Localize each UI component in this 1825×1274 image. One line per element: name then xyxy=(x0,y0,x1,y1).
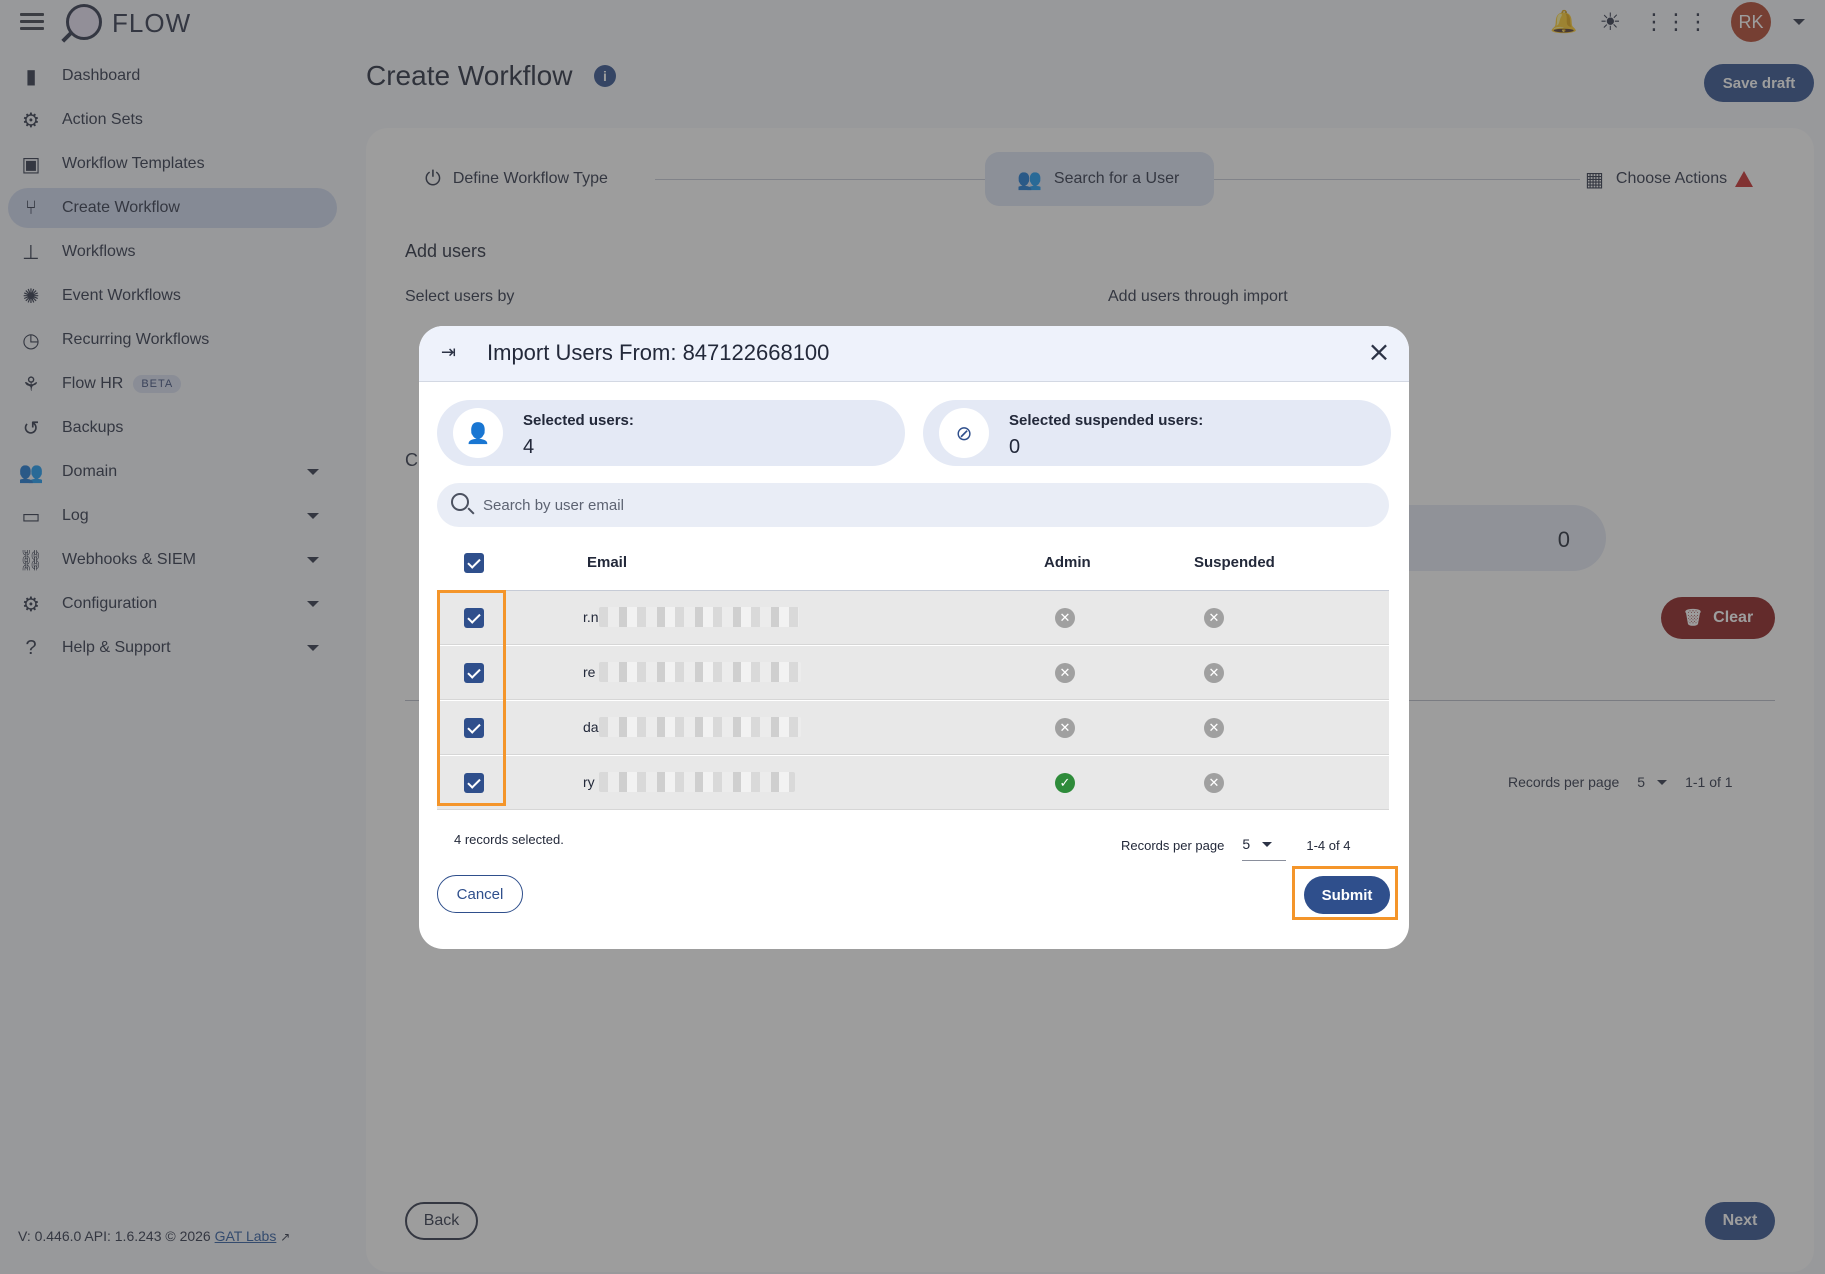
email-cell: r.n xyxy=(583,609,599,625)
email-cell: re xyxy=(583,664,596,680)
column-header-email[interactable]: Email xyxy=(587,554,627,571)
column-header-admin[interactable]: Admin xyxy=(1044,554,1091,571)
search-field xyxy=(437,483,1389,527)
range-label: 1-4 of 4 xyxy=(1306,838,1351,853)
redacted-email xyxy=(599,607,799,627)
email-cell: ry xyxy=(583,774,595,790)
cancel-circle-icon: ✕ xyxy=(1204,718,1224,738)
email-cell: da xyxy=(583,719,599,735)
selected-suspended-label: Selected suspended users: xyxy=(1009,412,1204,429)
cancel-circle-icon: ✕ xyxy=(1055,718,1075,738)
redacted-email xyxy=(599,717,801,737)
user-off-icon: ⊘ xyxy=(939,408,989,458)
table-row[interactable]: re ✕ ✕ xyxy=(437,646,1389,700)
import-users-modal: ⇥ Import Users From: 847122668100 × 👤 Se… xyxy=(419,326,1409,949)
redacted-email xyxy=(599,662,801,682)
table-row[interactable]: r.n ✕ ✕ xyxy=(437,591,1389,645)
checkbox-column-highlight xyxy=(437,590,506,806)
cancel-circle-icon: ✕ xyxy=(1055,608,1075,628)
column-header-suspended[interactable]: Suspended xyxy=(1194,554,1275,571)
cancel-circle-icon: ✕ xyxy=(1204,608,1224,628)
selected-users-value: 4 xyxy=(523,436,535,458)
selected-suspended-value: 0 xyxy=(1009,436,1021,458)
rpp-select[interactable]: 5 xyxy=(1242,830,1287,861)
cancel-circle-icon: ✕ xyxy=(1204,663,1224,683)
submit-highlight xyxy=(1292,866,1398,920)
chevron-down-icon xyxy=(1262,841,1273,847)
cancel-circle-icon: ✕ xyxy=(1204,773,1224,793)
table-row[interactable]: da ✕ ✕ xyxy=(437,701,1389,755)
selected-users-label: Selected users: xyxy=(523,412,634,429)
selected-users-card: 👤 Selected users: 4 xyxy=(437,400,905,466)
close-icon[interactable]: × xyxy=(1363,336,1395,368)
check-circle-icon: ✓ xyxy=(1055,773,1075,793)
selected-suspended-card: ⊘ Selected suspended users: 0 xyxy=(923,400,1391,466)
records-selected-text: 4 records selected. xyxy=(454,832,564,847)
modal-pagination: Records per page 5 1-4 of 4 xyxy=(1121,830,1350,861)
import-icon: ⇥ xyxy=(441,342,457,362)
search-icon xyxy=(451,493,469,511)
user-icon: 👤 xyxy=(453,408,503,458)
select-all-checkbox[interactable] xyxy=(464,553,484,573)
search-input[interactable] xyxy=(483,483,1363,527)
modal-title: Import Users From: 847122668100 xyxy=(487,340,830,365)
rpp-label: Records per page xyxy=(1121,838,1225,853)
cancel-circle-icon: ✕ xyxy=(1055,663,1075,683)
redacted-email xyxy=(599,772,795,792)
modal-header: ⇥ Import Users From: 847122668100 × xyxy=(419,326,1409,382)
cancel-button[interactable]: Cancel xyxy=(437,875,523,913)
table-row[interactable]: ry ✓ ✕ xyxy=(437,756,1389,810)
